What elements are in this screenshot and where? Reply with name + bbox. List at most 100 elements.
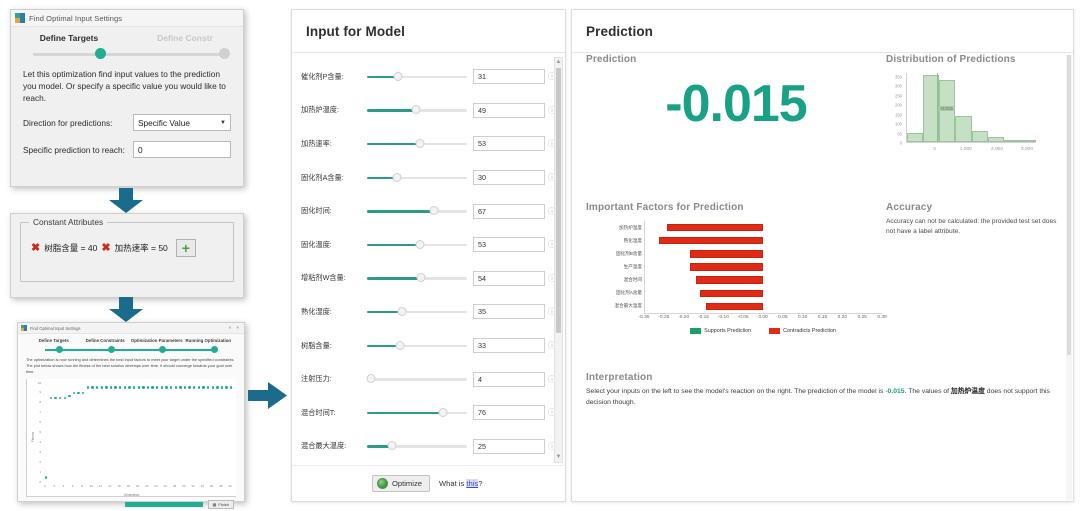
convergence-xtick: 10 (89, 483, 93, 488)
mini-stepper-dot-3[interactable] (159, 346, 167, 353)
window-controls[interactable]: × × (228, 325, 241, 330)
slider-5[interactable] (367, 238, 467, 252)
slider-label-1: 加热炉温度: (301, 105, 339, 115)
optimize-icon (377, 478, 388, 489)
convergence-point (206, 386, 210, 389)
stepper-dot-1[interactable] (95, 48, 106, 59)
input-scrollbar[interactable]: ▲ ▼ (554, 57, 563, 463)
convergence-plot: Fitness 0 1 2 3 4 5 6 7 8 9 10 0 2 4 6 8 10 12 14 16 18 20 22… (26, 378, 236, 497)
convergence-xtick: 38 (219, 483, 223, 488)
slider-value-input-4[interactable]: 67 (473, 203, 545, 219)
slider-thumb[interactable] (429, 206, 439, 216)
slider-thumb[interactable] (366, 374, 376, 384)
prediction-scrollbar[interactable] (1066, 55, 1072, 500)
slider-6[interactable] (367, 271, 467, 285)
slider-thumb[interactable] (395, 340, 405, 350)
slider-row: 熟化湿度: 35 ⓘ (292, 295, 565, 329)
chevron-down-icon: ▼ (220, 119, 226, 126)
distribution-section-title: Distribution of Predictions (886, 54, 1016, 65)
slider-row: 树脂含量: 33 ⓘ (292, 329, 565, 363)
slider-value-input-10[interactable]: 76 (473, 405, 545, 421)
slider-value-input-1[interactable]: 49 (473, 102, 545, 118)
input-card-footer: Optimize What is this? (292, 465, 565, 501)
slider-thumb[interactable] (392, 172, 402, 182)
slider-thumb[interactable] (397, 306, 407, 316)
slider-row: 固化时间: 67 ⓘ (292, 194, 565, 228)
add-constant-button[interactable]: + (175, 239, 196, 257)
slider-thumb[interactable] (387, 441, 397, 451)
prediction-scrollbar-thumb[interactable] (1067, 55, 1071, 355)
slider-value-input-9[interactable]: 4 (473, 371, 545, 387)
slider-value-input-6[interactable]: 54 (473, 270, 545, 286)
scroll-up-icon[interactable]: ▲ (555, 58, 562, 67)
slider-value-input-0[interactable]: 31 (473, 69, 545, 85)
mini-stepper-dot-4[interactable] (211, 346, 219, 353)
slider-1[interactable] (367, 103, 467, 117)
convergence-xtick: 16 (117, 483, 121, 488)
what-is-this-link[interactable]: this (466, 479, 479, 488)
accuracy-text: Accuracy can not be calculated: the prov… (886, 218, 1057, 236)
convergence-ytick: 8 (39, 400, 41, 405)
slider-value-input-5[interactable]: 53 (473, 237, 545, 253)
slider-thumb[interactable] (438, 407, 448, 417)
direction-row: Direction for predictions: Specific Valu… (23, 114, 231, 132)
histogram-ytick: 350 (895, 74, 902, 80)
slider-2[interactable] (367, 137, 467, 151)
slider-4[interactable] (367, 204, 467, 218)
convergence-point (151, 386, 154, 389)
factor-label: 固化剂B含量 (615, 250, 642, 256)
factor-bar (690, 250, 764, 258)
slider-thumb[interactable] (416, 273, 426, 283)
stepper-dot-2[interactable] (219, 48, 230, 59)
interpretation-section: Interpretation Select your inputs on the… (586, 372, 1059, 409)
finish-icon: ▦ (212, 501, 217, 507)
slider-0[interactable] (367, 70, 467, 84)
factor-xtick: 0.25 (857, 315, 867, 320)
slider-value-input-11[interactable]: 25 (473, 438, 545, 454)
slider-thumb[interactable] (393, 71, 403, 81)
optimize-button[interactable]: Optimize (372, 475, 430, 492)
direction-select[interactable]: Specific Value ▼ (133, 114, 231, 132)
convergence-point (188, 386, 191, 389)
slider-11[interactable] (367, 439, 467, 453)
specific-value-input[interactable]: 0 (133, 141, 231, 159)
slider-value-input-2[interactable]: 53 (473, 136, 545, 152)
what-is-this-text: What is this? (439, 479, 482, 488)
scrollbar-thumb[interactable] (556, 68, 561, 333)
mini-stepper-dot-1[interactable] (56, 346, 64, 353)
slider-8[interactable] (367, 339, 467, 353)
slider-7[interactable] (367, 305, 467, 319)
histogram-bar (1019, 140, 1036, 142)
slider-label-0: 催化剂P含量: (301, 71, 344, 81)
factors-column: Important Factors for Prediction 加热炉温度 熟化… (586, 202, 887, 370)
prediction-value: -0.015 (665, 75, 807, 133)
mini-step-running-optimization: Running Optimization (185, 338, 232, 343)
remove-constant-icon-1[interactable]: ✖ (31, 242, 40, 254)
factor-bar (700, 289, 764, 297)
convergence-point (220, 386, 224, 389)
slider-value-input-3[interactable]: 30 (473, 170, 545, 186)
slider-thumb[interactable] (411, 105, 421, 115)
slider-value-input-7[interactable]: 35 (473, 304, 545, 320)
histogram-yaxis: 0 50 100 150 200 250 300 350 (886, 71, 904, 145)
prediction-column: Prediction -0.015 (586, 54, 886, 196)
slider-value-input-8[interactable]: 33 (473, 338, 545, 354)
interpretation-title: Interpretation (586, 372, 653, 383)
slider-thumb[interactable] (415, 138, 425, 148)
slider-3[interactable] (367, 171, 467, 185)
slider-10[interactable] (367, 406, 467, 420)
slider-9[interactable] (366, 372, 467, 386)
arrow-down-icon-1 (109, 188, 143, 213)
convergence-point (128, 386, 131, 389)
running-window-titlebar: Find Optimal Input Settings × × (18, 323, 244, 334)
scroll-down-icon[interactable]: ▼ (555, 453, 562, 462)
factor-xtick: 0.05 (778, 315, 788, 320)
running-footer: ▦ Finish (18, 497, 244, 509)
slider-thumb[interactable] (415, 239, 425, 249)
finish-button[interactable]: ▦ Finish (207, 499, 234, 509)
slider-label-4: 固化时间: (301, 206, 332, 216)
convergence-plot-yaxis: 0 1 2 3 4 5 6 7 8 9 10 (27, 381, 43, 484)
slider-fill (367, 243, 420, 247)
mini-stepper-dot-2[interactable] (107, 346, 115, 353)
remove-constant-icon-2[interactable]: ✖ (101, 242, 110, 254)
